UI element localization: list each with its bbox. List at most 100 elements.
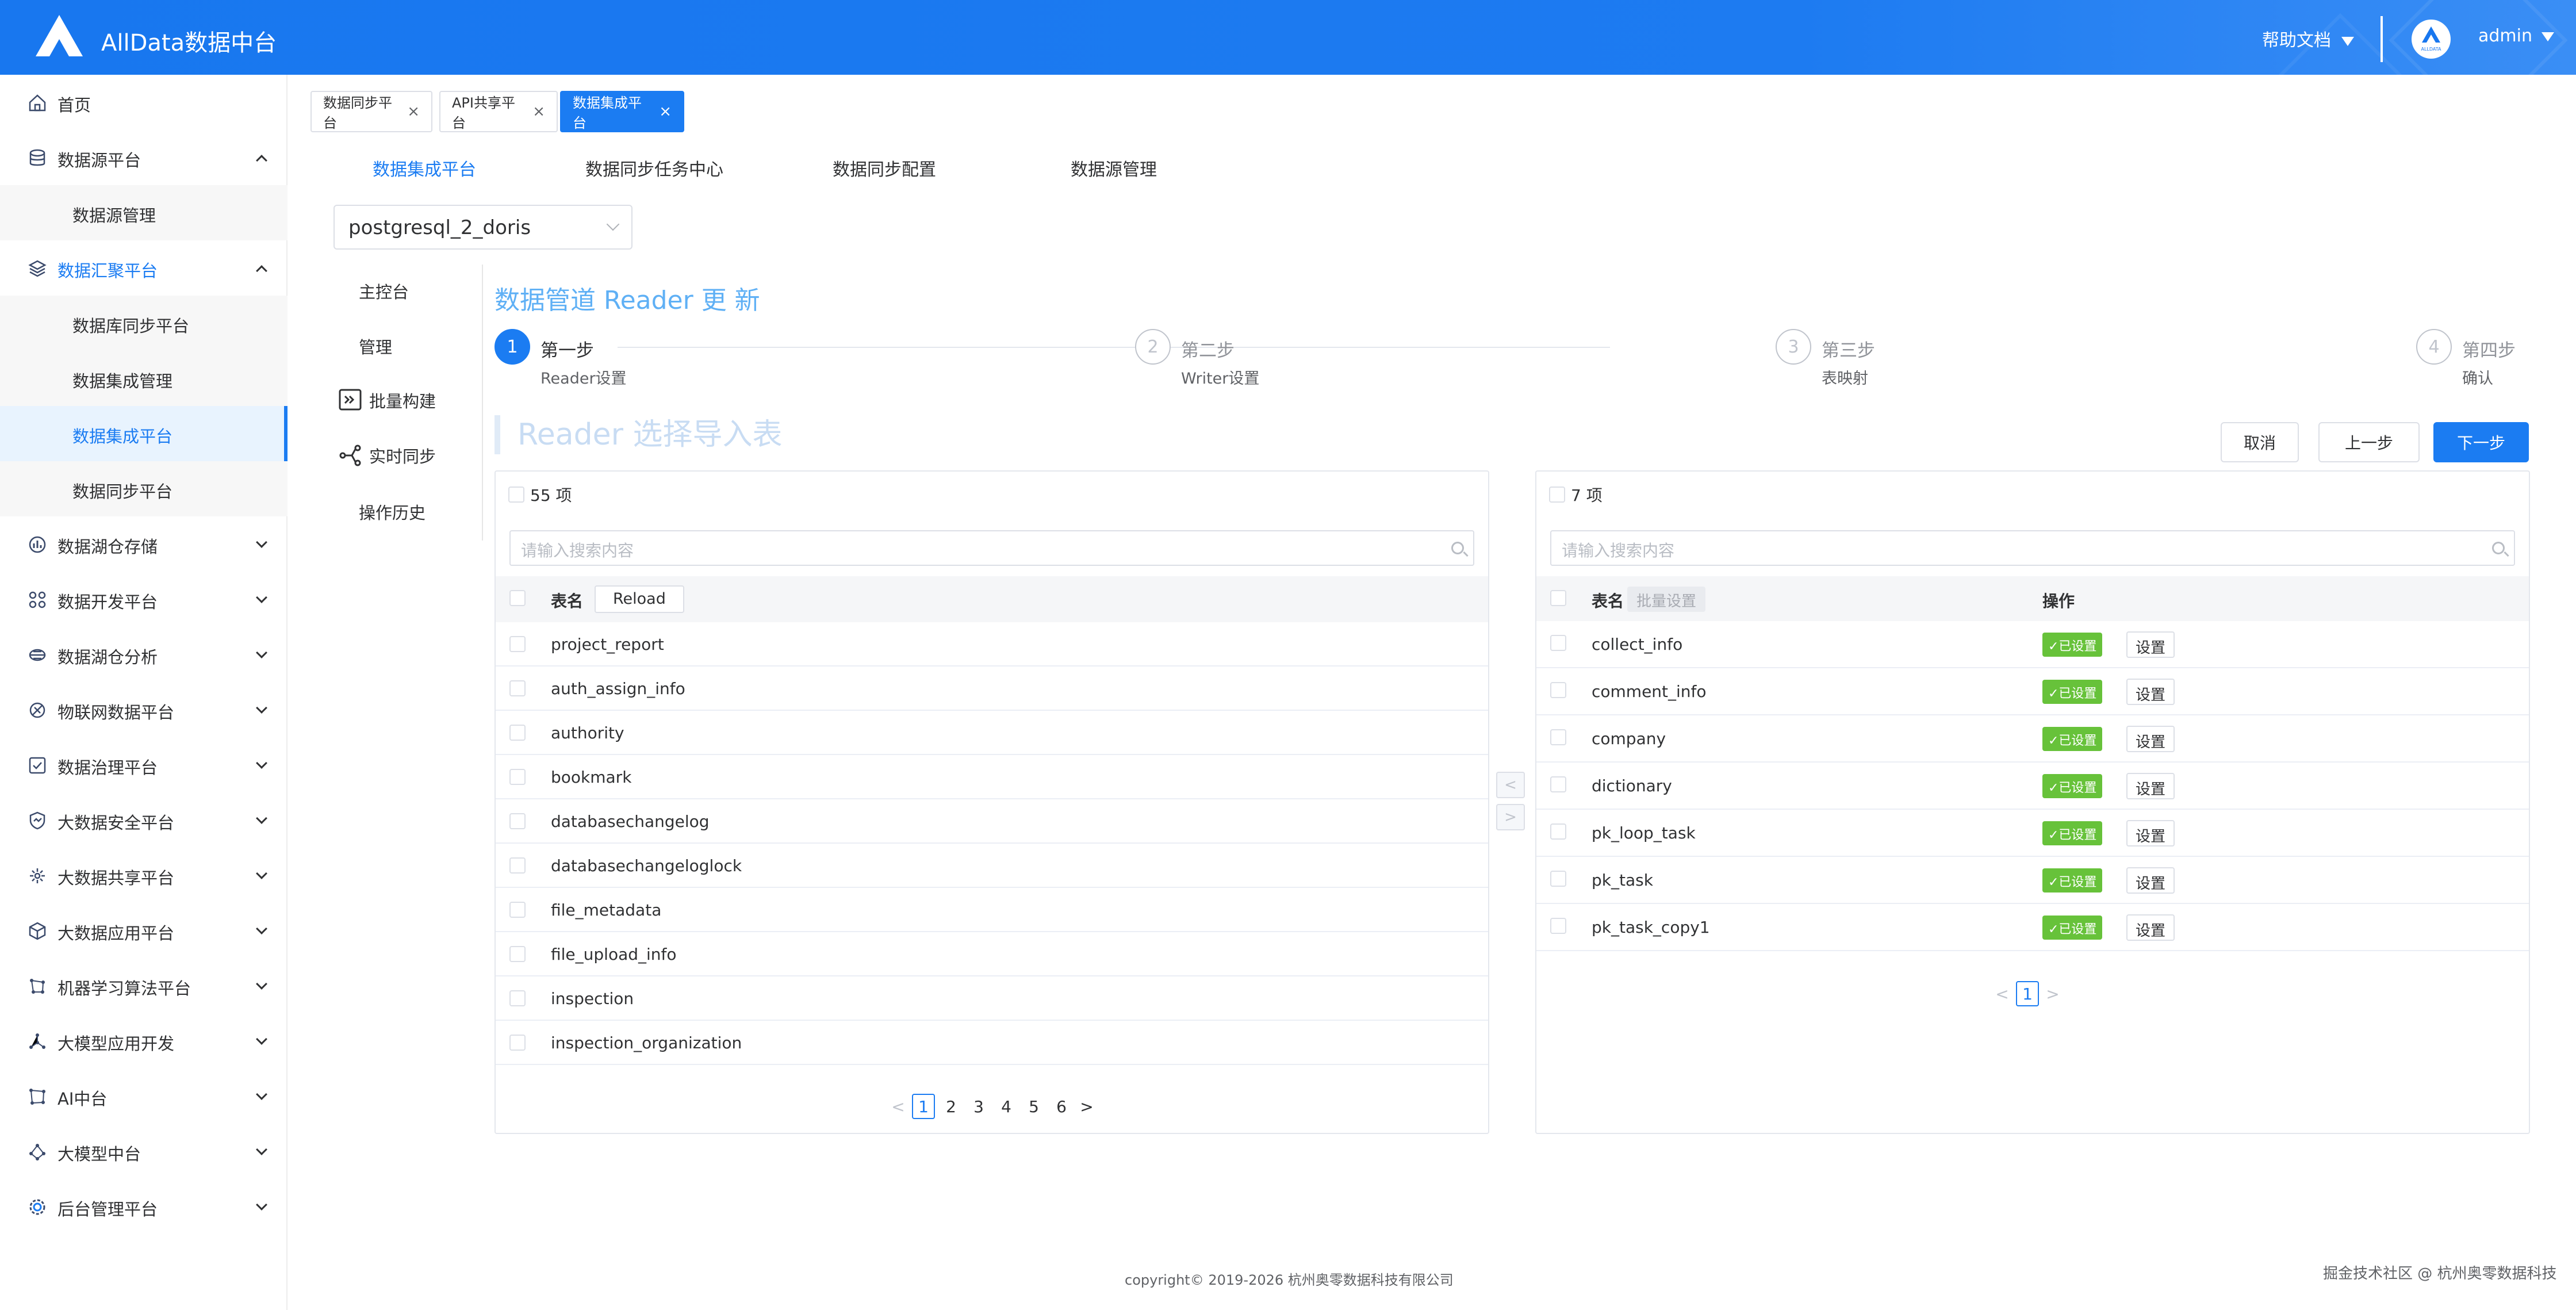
sidebar-item-0[interactable]: 首页 [0, 75, 288, 130]
table-row[interactable]: dictionary ✓已设置 设置 [1536, 763, 2529, 810]
table-row[interactable]: comment_info ✓已设置 设置 [1536, 668, 2529, 715]
sidebar-item-7[interactable]: 数据同步平台 [0, 461, 288, 516]
row-checkbox[interactable] [1550, 776, 1566, 792]
sidebar-item-1[interactable]: 数据源平台 [0, 130, 288, 185]
logo-icon[interactable] [33, 13, 85, 59]
next-page-button[interactable]: > [1075, 1097, 1098, 1116]
table-row[interactable]: file_upload_info [496, 932, 1488, 976]
table-row[interactable]: inspection_organization [496, 1021, 1488, 1065]
subnav-manage[interactable]: 管理 [359, 329, 392, 363]
row-checkbox[interactable] [1550, 871, 1566, 887]
set-button[interactable]: 设置 [2126, 773, 2175, 799]
sidebar-item-20[interactable]: 后台管理平台 [0, 1179, 288, 1234]
datasource-select[interactable]: postgresql_2_doris [334, 205, 632, 250]
table-row[interactable]: pk_task ✓已设置 设置 [1536, 857, 2529, 904]
sidebar-item-19[interactable]: 大模型中台 [0, 1124, 288, 1179]
set-button[interactable]: 设置 [2126, 914, 2175, 941]
table-row[interactable]: pk_task_copy1 ✓已设置 设置 [1536, 904, 2529, 951]
row-checkbox[interactable] [509, 990, 526, 1006]
reload-button[interactable]: Reload [595, 585, 684, 613]
sidebar-item-2[interactable]: 数据源管理 [0, 185, 288, 240]
page-5[interactable]: 5 [1022, 1094, 1045, 1119]
sidebar-item-17[interactable]: 大模型应用开发 [0, 1013, 288, 1068]
set-button[interactable]: 设置 [2126, 726, 2175, 752]
page-1[interactable]: 1 [2016, 981, 2039, 1006]
page-1[interactable]: 1 [912, 1094, 935, 1119]
tag-data-integration[interactable]: 数据集成平台 × [560, 91, 684, 132]
select-all-checkbox[interactable] [508, 487, 524, 503]
row-checkbox[interactable] [1550, 682, 1566, 698]
table-row[interactable]: project_report [496, 622, 1488, 667]
help-docs-dropdown[interactable]: 帮助文档 [2262, 26, 2354, 51]
subnav-console[interactable]: 主控台 [359, 274, 409, 308]
user-menu[interactable]: admin [2478, 26, 2554, 46]
table-row[interactable]: databasechangelog [496, 799, 1488, 844]
row-checkbox[interactable] [509, 902, 526, 918]
table-row[interactable]: inspection [496, 976, 1488, 1021]
close-icon[interactable]: × [407, 103, 420, 120]
sidebar-item-14[interactable]: 大数据共享平台 [0, 848, 288, 903]
row-checkbox[interactable] [509, 857, 526, 874]
tab-sync-task-center[interactable]: 数据同步任务中心 [585, 155, 723, 181]
set-button[interactable]: 设置 [2126, 631, 2175, 658]
subnav-realtime-sync[interactable]: 实时同步 [338, 438, 436, 473]
row-checkbox[interactable] [509, 725, 526, 741]
row-checkbox[interactable] [1550, 918, 1566, 934]
page-6[interactable]: 6 [1050, 1094, 1073, 1119]
row-checkbox[interactable] [509, 769, 526, 785]
move-right-button[interactable]: > [1496, 804, 1525, 830]
sidebar-item-3[interactable]: 数据汇聚平台 [0, 240, 288, 296]
tab-data-integration[interactable]: 数据集成平台 [373, 155, 476, 181]
row-checkbox[interactable] [1550, 635, 1566, 651]
table-row[interactable]: authority [496, 711, 1488, 755]
avatar[interactable]: ALLDATA [2412, 20, 2451, 59]
table-row[interactable]: bookmark [496, 755, 1488, 799]
next-page-button[interactable]: > [2041, 985, 2064, 1003]
prev-page-button[interactable]: < [1991, 985, 2014, 1003]
sidebar-item-6[interactable]: 数据集成平台 [0, 406, 288, 461]
tag-data-sync[interactable]: 数据同步平台 × [310, 91, 432, 132]
tab-sync-config[interactable]: 数据同步配置 [833, 155, 936, 181]
prev-page-button[interactable]: < [887, 1097, 910, 1116]
sidebar-item-11[interactable]: 物联网数据平台 [0, 682, 288, 737]
tag-api-share[interactable]: API共享平台 × [439, 91, 558, 132]
row-checkbox[interactable] [509, 946, 526, 962]
header-checkbox[interactable] [1550, 590, 1566, 606]
page-3[interactable]: 3 [967, 1094, 990, 1119]
batch-set-button[interactable]: 批量设置 [1627, 587, 1706, 612]
sidebar-item-4[interactable]: 数据库同步平台 [0, 296, 288, 351]
row-checkbox[interactable] [1550, 823, 1566, 840]
table-row[interactable]: databasechangeloglock [496, 844, 1488, 888]
set-button[interactable]: 设置 [2126, 679, 2175, 705]
tab-datasource-mgmt[interactable]: 数据源管理 [1071, 155, 1157, 181]
page-4[interactable]: 4 [995, 1094, 1018, 1119]
sidebar-item-18[interactable]: AI中台 [0, 1068, 288, 1124]
page-2[interactable]: 2 [940, 1094, 963, 1119]
row-checkbox[interactable] [509, 813, 526, 829]
search-input[interactable]: 请输入搜索内容 [509, 530, 1474, 566]
row-checkbox[interactable] [1550, 729, 1566, 745]
sidebar-item-12[interactable]: 数据治理平台 [0, 737, 288, 792]
table-row[interactable]: file_metadata [496, 888, 1488, 932]
sidebar-item-5[interactable]: 数据集成管理 [0, 351, 288, 406]
search-input[interactable]: 请输入搜索内容 [1550, 530, 2515, 566]
select-all-checkbox[interactable] [1549, 487, 1565, 503]
row-checkbox[interactable] [509, 636, 526, 652]
header-checkbox[interactable] [509, 590, 526, 606]
close-icon[interactable]: × [659, 103, 672, 120]
table-row[interactable]: collect_info ✓已设置 设置 [1536, 621, 2529, 668]
table-row[interactable]: pk_loop_task ✓已设置 设置 [1536, 810, 2529, 857]
set-button[interactable]: 设置 [2126, 867, 2175, 894]
sidebar-item-15[interactable]: 大数据应用平台 [0, 903, 288, 958]
next-step-button[interactable]: 下一步 [2433, 422, 2529, 462]
sidebar-item-8[interactable]: 数据湖仓存储 [0, 516, 288, 572]
table-row[interactable]: company ✓已设置 设置 [1536, 715, 2529, 763]
table-row[interactable]: auth_assign_info [496, 667, 1488, 711]
cancel-button[interactable]: 取消 [2221, 422, 2299, 462]
sidebar-item-16[interactable]: 机器学习算法平台 [0, 958, 288, 1013]
subnav-batch-build[interactable]: 批量构建 [338, 383, 436, 417]
sidebar-item-9[interactable]: 数据开发平台 [0, 572, 288, 627]
close-icon[interactable]: × [532, 103, 545, 120]
row-checkbox[interactable] [509, 1035, 526, 1051]
sidebar-item-13[interactable]: 大数据安全平台 [0, 792, 288, 848]
